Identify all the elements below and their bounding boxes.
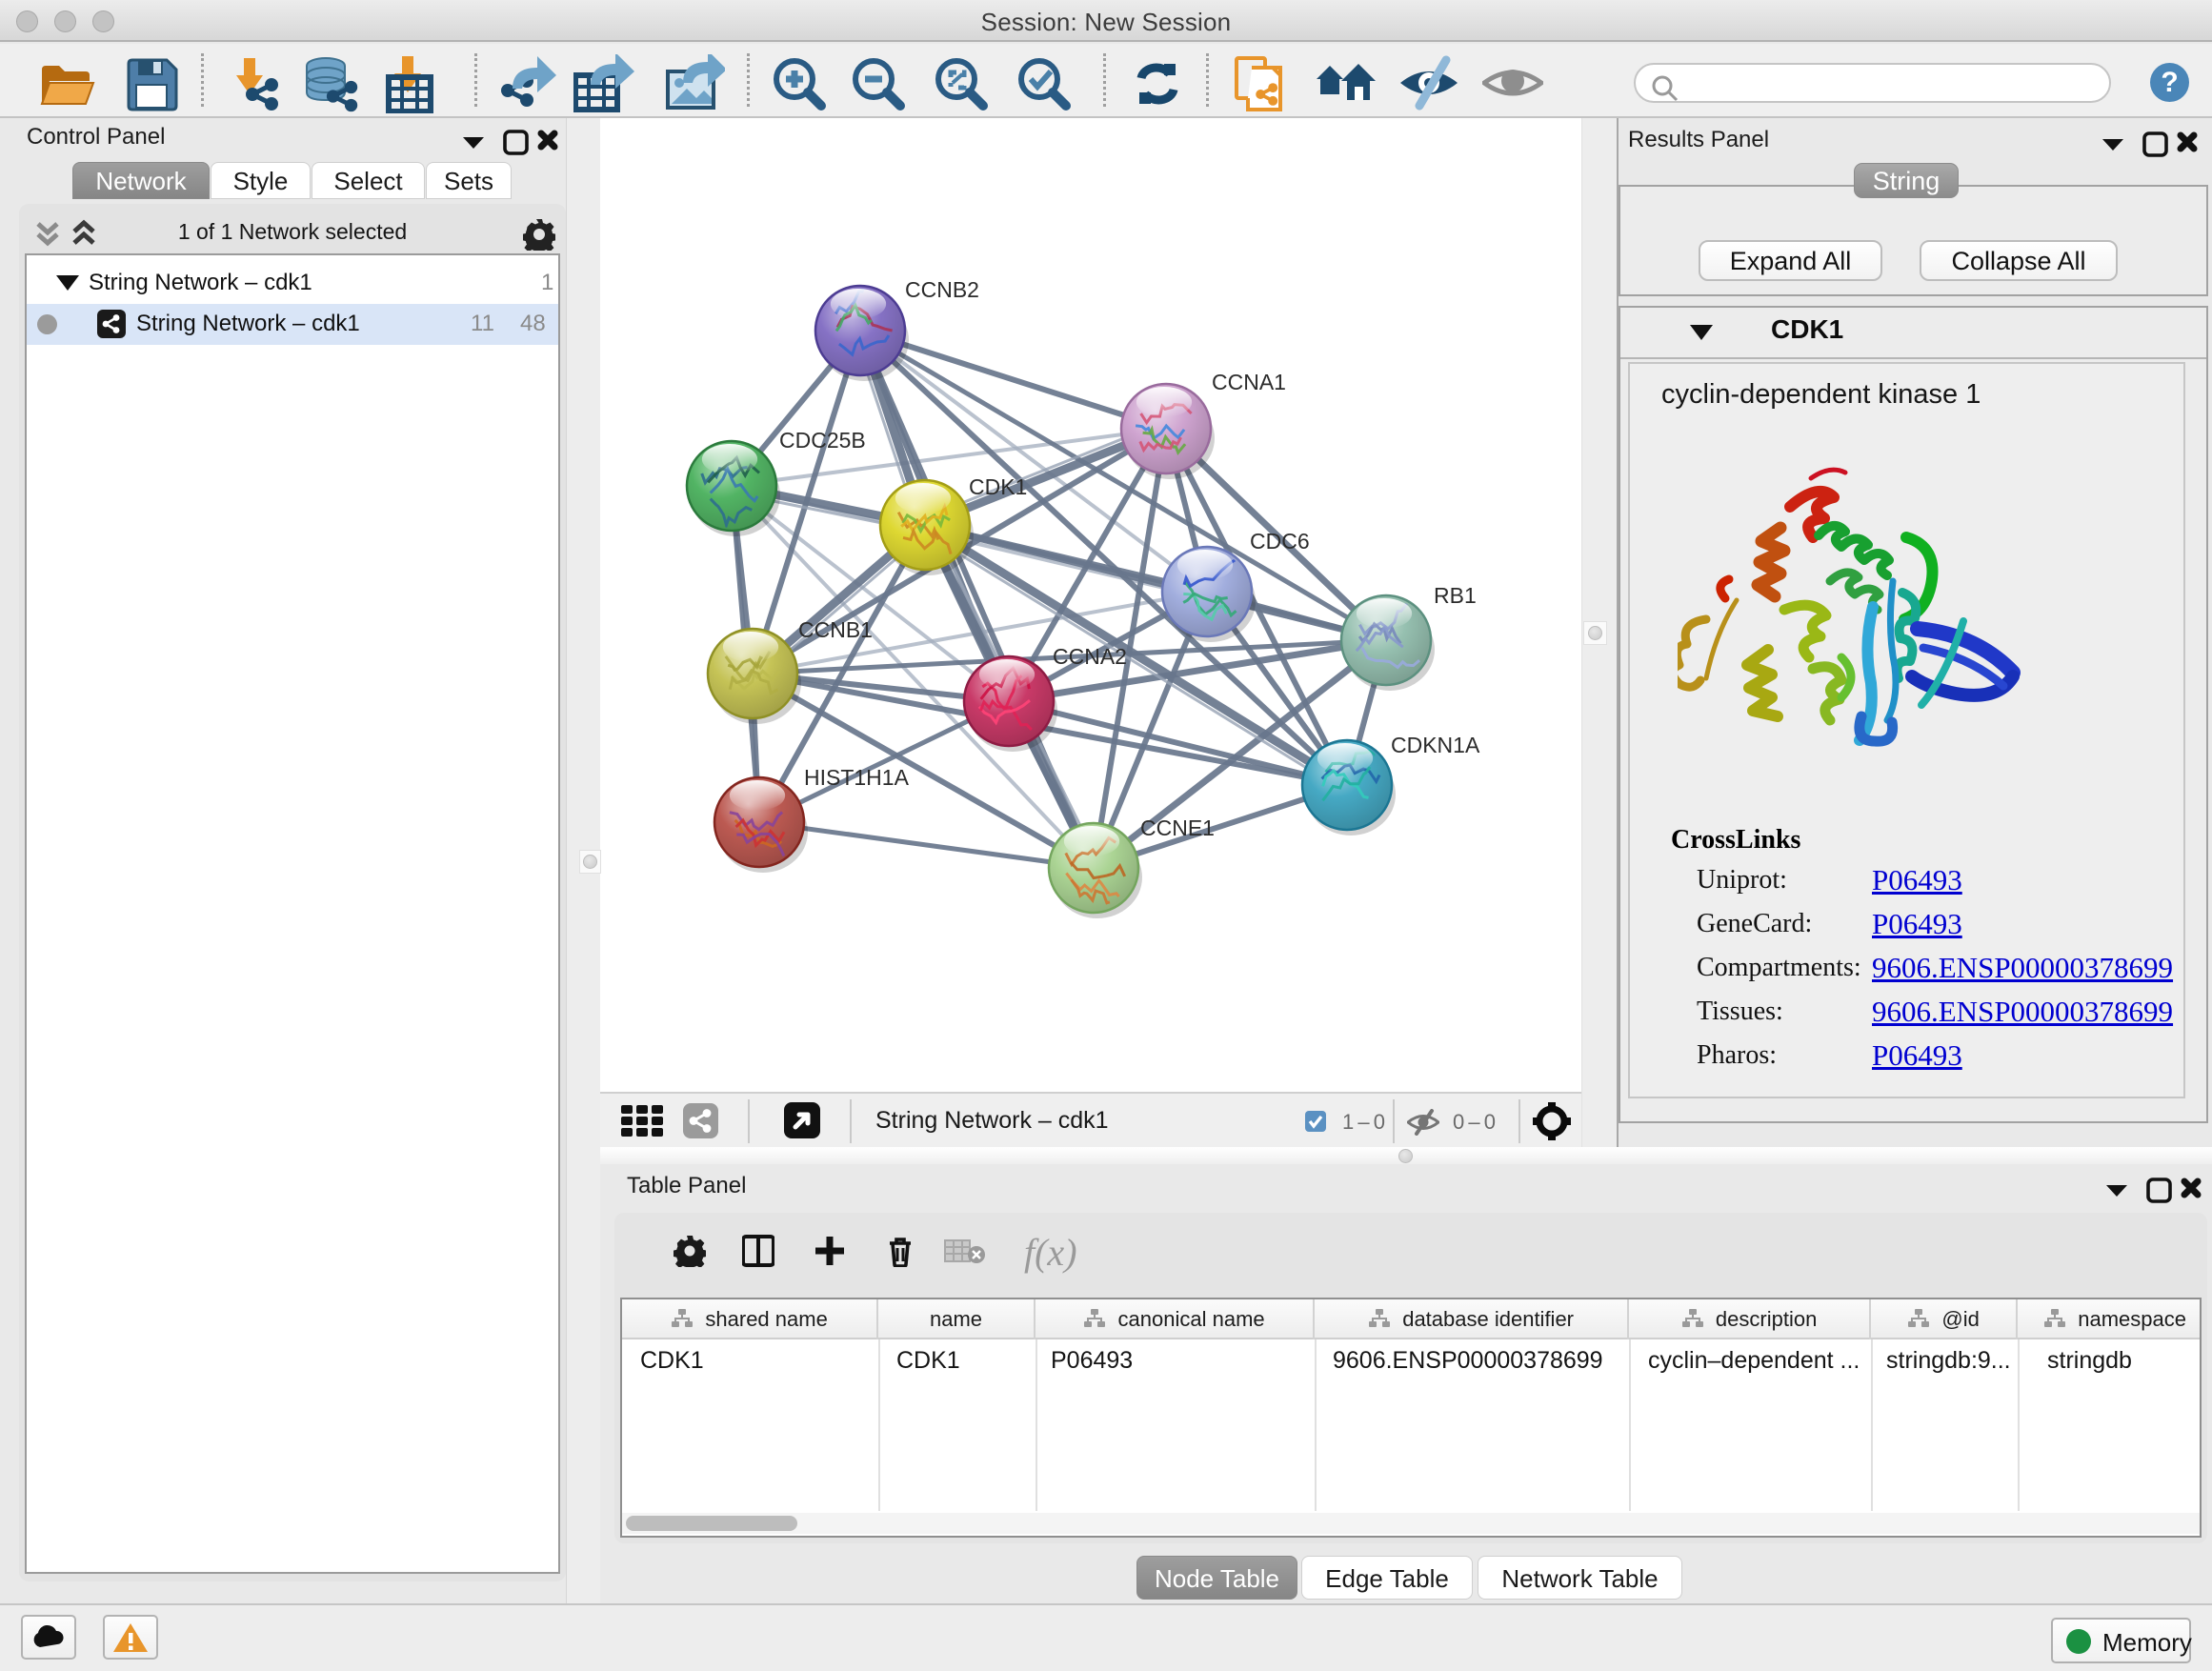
svg-text:CCNA1: CCNA1: [1212, 370, 1286, 394]
svg-text:CCNA2: CCNA2: [1053, 644, 1127, 669]
svg-text:CDK1: CDK1: [969, 474, 1027, 499]
svg-text:HIST1H1A: HIST1H1A: [804, 765, 910, 790]
svg-text:CDC6: CDC6: [1250, 529, 1310, 554]
svg-text:CCNB1: CCNB1: [798, 617, 873, 642]
svg-text:CDC25B: CDC25B: [779, 428, 866, 453]
svg-text:CCNB2: CCNB2: [905, 277, 979, 302]
svg-text:CDKN1A: CDKN1A: [1391, 733, 1480, 757]
svg-text:RB1: RB1: [1434, 583, 1477, 608]
svg-text:CCNE1: CCNE1: [1140, 815, 1215, 840]
